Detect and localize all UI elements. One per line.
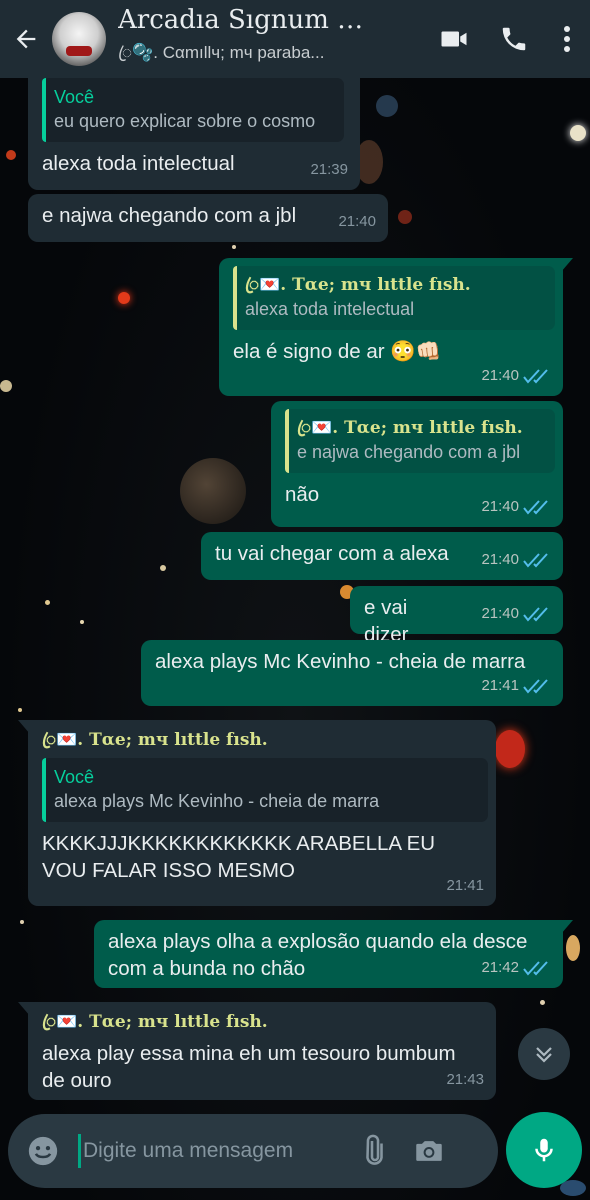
message-incoming[interactable]: ꦿ💌. Tαe; mч lıttle fısh. Você alexa play… bbox=[18, 720, 496, 906]
message-meta: 21:43 bbox=[446, 1066, 484, 1093]
message-time: 21:40 bbox=[481, 551, 519, 568]
quoted-message[interactable]: ꦿ💌. Tαe; mч lıttle fısh. e najwa chegand… bbox=[285, 409, 555, 473]
message-text: alexa toda intelectual bbox=[42, 152, 235, 175]
message-time: 21:40 bbox=[481, 367, 519, 384]
attach-button[interactable] bbox=[345, 1114, 401, 1188]
message-input[interactable] bbox=[83, 1139, 345, 1163]
message-outgoing[interactable]: tu vai chegar com a alexa 21:40 bbox=[201, 532, 563, 580]
chat-header: Arcadıa Sıgnum -... ꦿ🫧. Cαmıllч; mч para… bbox=[0, 0, 590, 78]
quoted-message[interactable]: ꦿ💌. Tαe; mч lıttle fısh. alexa toda inte… bbox=[233, 266, 555, 330]
double-check-icon bbox=[523, 552, 548, 568]
message-time: 21:41 bbox=[481, 677, 519, 694]
message-meta: 21:41 bbox=[481, 672, 551, 699]
camera-button[interactable] bbox=[401, 1114, 457, 1188]
double-check-icon bbox=[523, 960, 548, 976]
double-check-icon bbox=[523, 606, 548, 622]
message-text: e najwa chegando com a jbl bbox=[42, 204, 297, 227]
message-text: ela é signo de ar 😳👊🏻 bbox=[233, 340, 442, 363]
text-cursor bbox=[78, 1134, 81, 1168]
quote-author: Você bbox=[54, 87, 95, 107]
double-check-icon bbox=[523, 499, 548, 515]
quote-text: eu quero explicar sobre o cosmo bbox=[54, 111, 316, 131]
message-meta: 21:42 bbox=[481, 954, 551, 981]
message-composer bbox=[8, 1114, 498, 1188]
chat-subtitle: ꦿ🫧. Cαmıllч; mч paraba... bbox=[118, 42, 325, 62]
quote-author: ꦿ💌. Tαe; mч lıttle fısh. bbox=[245, 275, 471, 295]
video-call-icon bbox=[441, 31, 467, 47]
voice-call-button[interactable] bbox=[484, 0, 544, 78]
quote-text: e najwa chegando com a jbl bbox=[297, 442, 521, 462]
message-time: 21:42 bbox=[481, 959, 519, 976]
back-arrow-icon bbox=[16, 29, 36, 49]
message-incoming[interactable]: ꦿ💌. Tαe; mч lıttle fısh. alexa play essa… bbox=[18, 1002, 496, 1100]
more-options-icon bbox=[564, 26, 570, 52]
microphone-icon bbox=[535, 1138, 553, 1162]
message-incoming[interactable]: e najwa chegando com a jbl 21:40 bbox=[28, 194, 388, 242]
message-meta: 21:40 bbox=[481, 362, 551, 389]
quote-author: Você bbox=[54, 767, 95, 787]
message-time: 21:40 bbox=[481, 605, 519, 622]
message-text: KKKKJJJKKKKKKKKKKKK ARABELLA EU VOU FALA… bbox=[42, 832, 436, 882]
video-call-button[interactable] bbox=[424, 0, 484, 78]
message-meta: 21:40 bbox=[481, 600, 551, 627]
contact-info[interactable]: Arcadıa Sıgnum -... ꦿ🫧. Cαmıllч; mч para… bbox=[118, 5, 424, 74]
message-outgoing[interactable]: alexa plays Mc Kevinho - cheia de marra … bbox=[141, 640, 563, 706]
scroll-to-bottom-button[interactable] bbox=[518, 1028, 570, 1080]
message-outgoing[interactable]: e vai dizer 21:40 bbox=[350, 586, 563, 646]
message-outgoing[interactable]: ꦿ💌. Tαe; mч lıttle fısh. e najwa chegand… bbox=[271, 401, 563, 527]
double-check-icon bbox=[523, 678, 548, 694]
quoted-message[interactable]: Você eu quero explicar sobre o cosmo bbox=[42, 78, 344, 142]
emoji-button[interactable] bbox=[8, 1114, 78, 1188]
chevron-double-down-icon bbox=[536, 1047, 552, 1063]
phone-icon bbox=[502, 27, 526, 51]
avatar[interactable] bbox=[52, 12, 106, 66]
message-text: alexa play essa mina eh um tesouro bumbu… bbox=[42, 1042, 456, 1092]
message-time: 21:41 bbox=[446, 877, 484, 894]
voice-message-button[interactable] bbox=[506, 1112, 582, 1188]
quote-text: alexa plays Mc Kevinho - cheia de marra bbox=[54, 791, 380, 811]
message-outgoing[interactable]: alexa plays olha a explosão quando ela d… bbox=[94, 920, 573, 988]
message-time: 21:40 bbox=[481, 498, 519, 515]
quote-author: ꦿ💌. Tαe; mч lıttle fısh. bbox=[297, 418, 523, 438]
back-button[interactable] bbox=[0, 0, 52, 78]
message-outgoing[interactable]: ꦿ💌. Tαe; mч lıttle fısh. alexa toda inte… bbox=[219, 258, 573, 396]
message-time: 21:39 bbox=[310, 161, 348, 178]
message-incoming[interactable]: Você eu quero explicar sobre o cosmo ale… bbox=[28, 70, 360, 190]
sender-name: ꦿ💌. Tαe; mч lıttle fısh. bbox=[42, 1012, 268, 1032]
message-time: 21:40 bbox=[338, 213, 376, 230]
message-text: alexa plays Mc Kevinho - cheia de marra bbox=[155, 650, 526, 673]
message-meta: 21:40 bbox=[338, 208, 376, 235]
paperclip-icon bbox=[366, 1134, 383, 1165]
message-meta: 21:41 bbox=[446, 872, 484, 899]
more-options-button[interactable] bbox=[544, 0, 590, 78]
double-check-icon bbox=[523, 368, 548, 384]
message-meta: 21:39 bbox=[310, 156, 348, 183]
quote-text: alexa toda intelectual bbox=[245, 299, 415, 319]
camera-icon bbox=[416, 1141, 442, 1161]
message-meta: 21:40 bbox=[481, 493, 551, 520]
message-meta: 21:40 bbox=[481, 546, 551, 573]
sender-name: ꦿ💌. Tαe; mч lıttle fısh. bbox=[42, 730, 268, 750]
quoted-message[interactable]: Você alexa plays Mc Kevinho - cheia de m… bbox=[42, 758, 488, 822]
message-time: 21:43 bbox=[446, 1071, 484, 1088]
chat-title: Arcadıa Sıgnum -... bbox=[118, 4, 368, 35]
emoji-icon bbox=[28, 1136, 58, 1166]
